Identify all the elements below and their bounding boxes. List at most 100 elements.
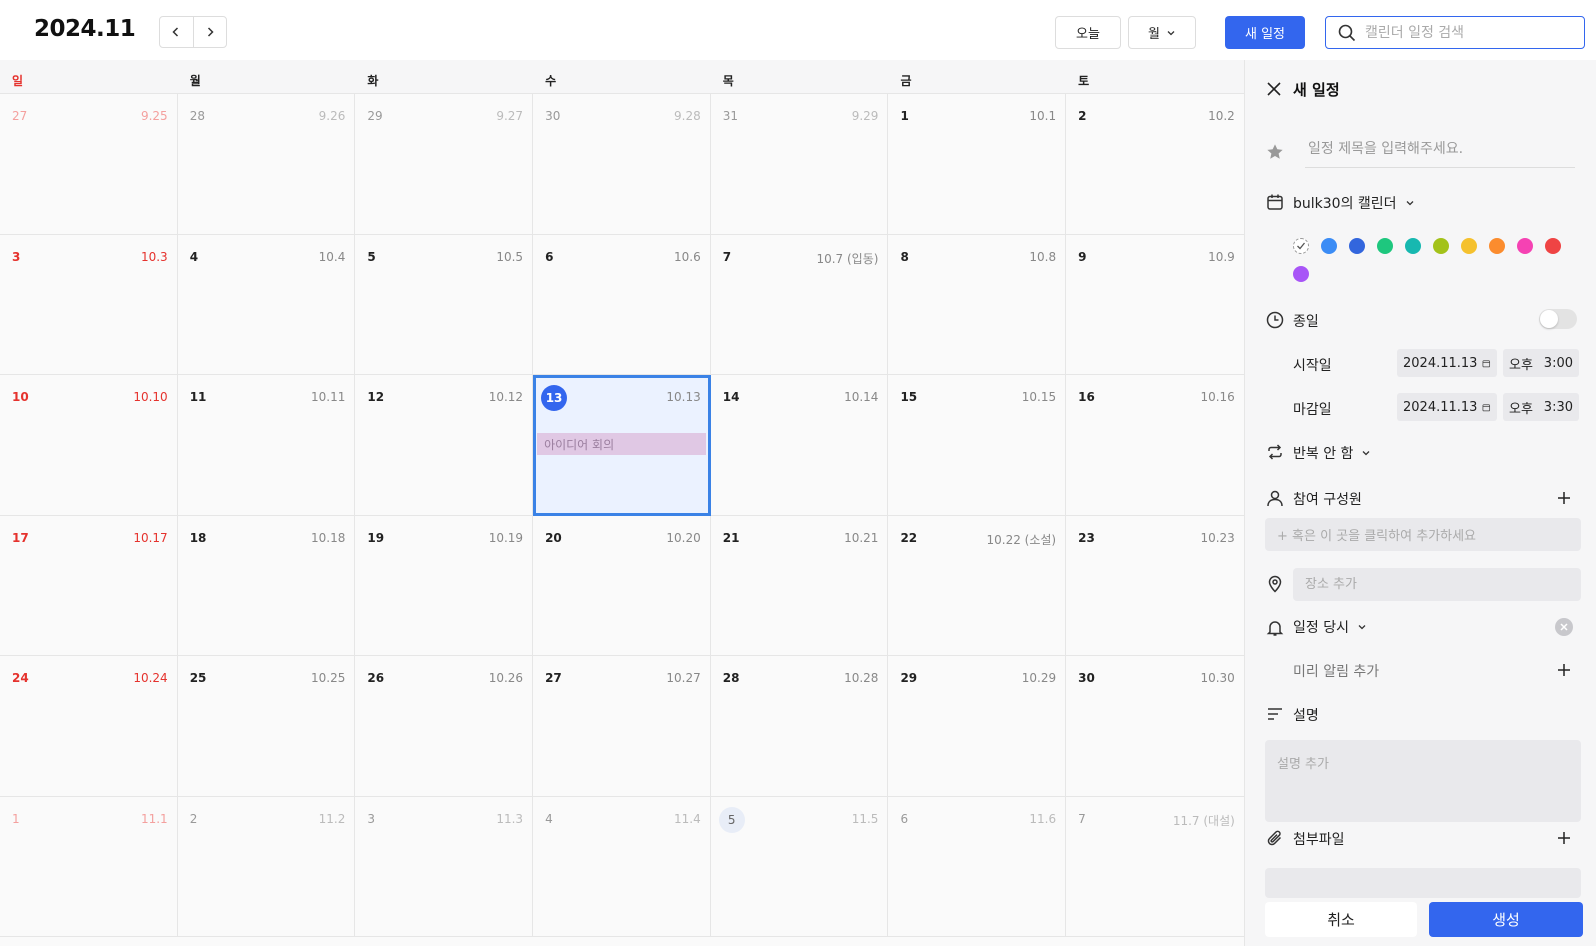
color-swatch[interactable] bbox=[1461, 238, 1477, 254]
color-swatch[interactable] bbox=[1349, 238, 1365, 254]
color-default-selected[interactable] bbox=[1293, 238, 1309, 254]
day-cell[interactable]: 27 9.25 bbox=[0, 94, 178, 235]
color-swatch[interactable] bbox=[1517, 238, 1533, 254]
calendar-select[interactable]: bulk30의 캘린더 bbox=[1293, 193, 1415, 213]
day-cell[interactable]: 21 10.21 bbox=[710, 515, 889, 656]
color-swatch[interactable] bbox=[1405, 238, 1421, 254]
day-number: 15 bbox=[900, 390, 918, 404]
day-cell[interactable]: 7 11.7 (대설) bbox=[1066, 796, 1244, 937]
members-field[interactable]: + 혹은 이 곳을 클릭하여 추가하세요 bbox=[1265, 518, 1581, 551]
repeat-select[interactable]: 반복 안 함 bbox=[1293, 443, 1371, 463]
add-member-button[interactable] bbox=[1555, 489, 1573, 507]
view-select[interactable]: 월 bbox=[1128, 16, 1196, 49]
day-cell[interactable]: 29 10.29 bbox=[888, 656, 1067, 797]
day-number: 31 bbox=[722, 109, 739, 123]
chevron-down-icon bbox=[1167, 30, 1175, 35]
day-cell[interactable]: 3 10.3 bbox=[0, 234, 178, 375]
next-month-button[interactable] bbox=[192, 17, 227, 47]
new-event-button[interactable]: 새 일정 bbox=[1225, 16, 1305, 49]
lunar-date: 10.10 bbox=[133, 390, 168, 404]
day-cell[interactable]: 6 10.6 bbox=[533, 234, 711, 375]
day-cell[interactable]: 27 10.27 bbox=[533, 656, 711, 797]
day-cell[interactable]: 7 10.7 (입동) bbox=[710, 234, 889, 375]
day-number: 16 bbox=[1078, 390, 1095, 404]
lunar-date: 10.3 bbox=[140, 249, 168, 264]
event-item[interactable]: 아이디어 회의 bbox=[537, 433, 706, 455]
description-field bbox=[1265, 740, 1581, 822]
all-day-toggle[interactable] bbox=[1539, 309, 1577, 329]
star-icon[interactable] bbox=[1265, 142, 1285, 162]
prev-month-button[interactable] bbox=[160, 17, 193, 47]
alarm-label: 일정 당시 bbox=[1293, 620, 1349, 636]
create-button[interactable]: 생성 bbox=[1429, 902, 1583, 937]
close-button[interactable] bbox=[1265, 80, 1283, 98]
day-cell[interactable]: 8 10.8 bbox=[888, 234, 1067, 375]
location-field bbox=[1293, 568, 1581, 601]
day-cell[interactable]: 23 10.23 bbox=[1066, 515, 1244, 656]
chevron-down-icon bbox=[1406, 201, 1414, 206]
day-cell[interactable]: 22 10.22 (소설) bbox=[888, 515, 1067, 656]
day-cell[interactable]: 9 10.9 bbox=[1066, 234, 1244, 375]
add-attachment-button[interactable] bbox=[1555, 829, 1573, 847]
color-swatch[interactable] bbox=[1433, 238, 1449, 254]
day-cell[interactable]: 19 10.19 bbox=[355, 515, 534, 656]
toggle-knob bbox=[1540, 310, 1558, 328]
day-cell[interactable]: 13 10.13 아이디어 회의 bbox=[533, 375, 711, 516]
end-date-field[interactable]: 2024.11.13 bbox=[1397, 393, 1497, 421]
color-swatch[interactable] bbox=[1377, 238, 1393, 254]
location-input[interactable] bbox=[1305, 577, 1581, 592]
clear-icon bbox=[1560, 623, 1568, 631]
day-cell[interactable]: 29 9.27 bbox=[355, 94, 534, 235]
alarm-select[interactable]: 일정 당시 bbox=[1293, 617, 1367, 637]
day-cell[interactable]: 4 11.4 bbox=[533, 796, 711, 937]
day-cell[interactable]: 11 10.11 bbox=[177, 375, 356, 516]
day-cell[interactable]: 20 10.20 bbox=[533, 515, 711, 656]
day-cell[interactable]: 2 11.2 bbox=[177, 796, 356, 937]
day-cell[interactable]: 3 11.3 bbox=[355, 796, 534, 937]
day-cell[interactable]: 5 11.5 bbox=[710, 796, 889, 937]
event-title-input[interactable] bbox=[1305, 141, 1575, 157]
day-cell[interactable]: 6 11.6 bbox=[888, 796, 1067, 937]
day-cell[interactable]: 10 10.10 bbox=[0, 375, 178, 516]
day-cell[interactable]: 4 10.4 bbox=[177, 234, 356, 375]
chevron-right-icon bbox=[207, 27, 214, 37]
attachment-dropzone[interactable] bbox=[1265, 868, 1581, 898]
day-cell[interactable]: 28 10.28 bbox=[710, 656, 889, 797]
month-calendar: 일월화수목금토 27 9.25 28 9.26 29 9.27 30 9.28 31 9.29 1 1… bbox=[0, 60, 1244, 946]
day-cell[interactable]: 24 10.24 bbox=[0, 656, 178, 797]
day-cell[interactable]: 26 10.26 bbox=[355, 656, 534, 797]
day-number: 4 bbox=[189, 249, 199, 264]
day-number: 9 bbox=[1078, 249, 1087, 264]
add-pre-alarm-button[interactable] bbox=[1555, 661, 1573, 679]
month-nav bbox=[159, 16, 227, 48]
day-cell[interactable]: 30 10.30 bbox=[1066, 656, 1244, 797]
start-time-field[interactable]: 오후 3:00 bbox=[1503, 349, 1579, 377]
color-swatch[interactable] bbox=[1545, 238, 1561, 254]
day-cell[interactable]: 30 9.28 bbox=[533, 94, 711, 235]
day-cell[interactable]: 16 10.16 bbox=[1066, 375, 1244, 516]
start-date-field[interactable]: 2024.11.13 bbox=[1397, 349, 1497, 377]
color-swatch[interactable] bbox=[1293, 266, 1309, 282]
cancel-button[interactable]: 취소 bbox=[1265, 902, 1417, 937]
day-cell[interactable]: 25 10.25 bbox=[177, 656, 356, 797]
end-time-value: 3:30 bbox=[1543, 399, 1573, 415]
day-cell[interactable]: 1 11.1 bbox=[0, 796, 178, 937]
day-cell[interactable]: 15 10.15 bbox=[888, 375, 1067, 516]
day-cell[interactable]: 17 10.17 bbox=[0, 515, 178, 656]
day-cell[interactable]: 31 9.29 bbox=[710, 94, 889, 235]
color-swatch[interactable] bbox=[1489, 238, 1505, 254]
today-button[interactable]: 오늘 bbox=[1055, 16, 1121, 49]
day-cell[interactable]: 18 10.18 bbox=[177, 515, 356, 656]
day-cell[interactable]: 14 10.14 bbox=[710, 375, 889, 516]
remove-alarm-button[interactable] bbox=[1555, 618, 1573, 636]
day-cell[interactable]: 1 10.1 bbox=[888, 94, 1067, 235]
color-swatch[interactable] bbox=[1321, 238, 1337, 254]
description-input[interactable] bbox=[1277, 753, 1581, 813]
search-input[interactable] bbox=[1365, 24, 1565, 41]
day-cell[interactable]: 12 10.12 bbox=[355, 375, 534, 516]
day-cell[interactable]: 2 10.2 bbox=[1066, 94, 1244, 235]
end-time-field[interactable]: 오후 3:30 bbox=[1503, 393, 1579, 421]
day-cell[interactable]: 28 9.26 bbox=[177, 94, 356, 235]
lunar-date: 10.11 bbox=[311, 390, 346, 404]
day-cell[interactable]: 5 10.5 bbox=[355, 234, 534, 375]
